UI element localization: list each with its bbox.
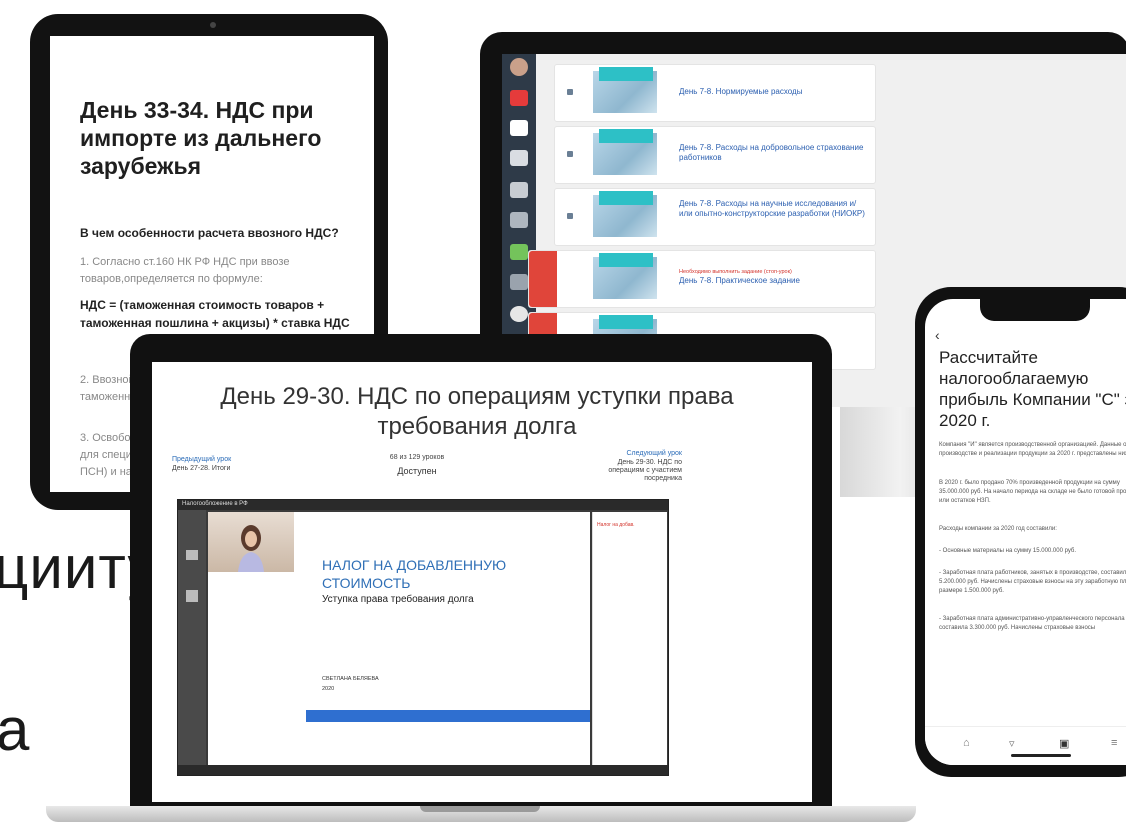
- youtube-icon[interactable]: [510, 90, 528, 106]
- menu-icon[interactable]: ≡: [1111, 737, 1117, 749]
- slide-list-item[interactable]: Налог на добав.: [597, 522, 635, 528]
- lesson-thumbnail: [593, 67, 657, 113]
- lesson-card-title[interactable]: День 7-8. Нормируемые расходы: [679, 87, 869, 97]
- avatar[interactable]: [510, 58, 528, 76]
- chevron-left-icon[interactable]: ‹: [935, 327, 940, 343]
- phone-screen: ‹ Рассчитайте налогооблагаемую прибыль К…: [925, 299, 1126, 765]
- lesson-card-text[interactable]: Необходимо выполнить задание (стоп-урок)…: [679, 269, 869, 286]
- player-title: Налогообложение в РФ: [182, 501, 248, 507]
- prev-lesson-link[interactable]: День 27-28. Итоги: [172, 465, 230, 472]
- video-player[interactable]: Налогообложение в РФ НАЛОГ НА ДОБАВЛЕННУ…: [177, 499, 669, 776]
- lesson-card-locked[interactable]: Необходимо выполнить задание (стоп-урок)…: [528, 250, 876, 308]
- phone-device: ‹ Рассчитайте налогооблагаемую прибыль К…: [915, 287, 1126, 777]
- tablet-paragraph-1: 1. Согласно ст.160 НК РФ НДС при ввозе т…: [80, 256, 290, 285]
- tablet-question: В чем особенности расчета ввозного НДС?: [80, 226, 339, 240]
- book-icon[interactable]: ▣: [1059, 737, 1069, 750]
- book-icon[interactable]: [510, 150, 528, 166]
- home-icon[interactable]: [510, 120, 528, 136]
- next-lesson-link[interactable]: День 29-30. НДС по операциям с участием …: [582, 459, 682, 483]
- phone-notch: [980, 299, 1090, 321]
- phone-paragraph: - Основные материалы на сумму 15.000.000…: [939, 548, 1077, 554]
- player-side-toolbar: [178, 510, 206, 775]
- phone-task-title: Рассчитайте налогооблагаемую прибыль Ком…: [939, 348, 1126, 430]
- next-lesson-label[interactable]: Следующий урок: [582, 450, 682, 457]
- presentation-slide: НАЛОГ НА ДОБАВЛЕННУЮ СТОИМОСТЬ Уступка п…: [208, 512, 590, 765]
- phone-paragraph: - Заработная плата работников, занятых в…: [939, 570, 1126, 594]
- camera-dot: [210, 22, 216, 28]
- laptop-device: День 29-30. НДС по операциям уступки пра…: [130, 334, 832, 808]
- slide-year: 2020: [322, 686, 335, 692]
- lesson-card-title[interactable]: День 7-8. Расходы на добровольное страхо…: [679, 143, 869, 163]
- tablet-lesson-title: День 33-34. НДС при импорте из дальнего …: [80, 97, 322, 179]
- lesson-card-title[interactable]: День 7-8. Практическое задание: [679, 276, 800, 285]
- slide-accent-bar: [306, 710, 590, 722]
- presenter-video[interactable]: [208, 512, 294, 572]
- slide-author: СВЕТЛАНА БЕЛЯЕВА: [322, 676, 379, 682]
- phone-paragraph: В 2020 г. было продано 70% произведенной…: [939, 480, 1126, 504]
- document-icon[interactable]: [510, 274, 528, 290]
- slide-heading: НАЛОГ НА ДОБАВЛЕННУЮ СТОИМОСТЬ: [322, 557, 507, 591]
- slides-icon[interactable]: [186, 550, 198, 560]
- presenter-figure: [238, 525, 264, 572]
- lesson-card[interactable]: День 7-8. Расходы на добровольное страхо…: [554, 126, 876, 184]
- home-icon[interactable]: ⌂: [963, 737, 970, 749]
- presenter-icon[interactable]: [186, 590, 198, 602]
- lesson-card-title[interactable]: День 7-8. Расходы на научные исследовани…: [679, 199, 869, 219]
- tablet-formula: НДС = (таможенная стоимость товаров + та…: [80, 298, 350, 330]
- phone-paragraph: - Заработная плата административно-управ…: [939, 616, 1125, 631]
- laptop-notch: [420, 806, 540, 812]
- lesson-counter: 68 из 129 уроков: [389, 454, 445, 461]
- player-controls-bar[interactable]: [178, 765, 668, 775]
- prev-lesson-label[interactable]: Предыдущий урок: [172, 456, 231, 463]
- player-top-bar: Налогообложение в РФ: [178, 500, 668, 510]
- laptop-screen: День 29-30. НДС по операциям уступки пра…: [152, 362, 812, 802]
- users-icon[interactable]: [510, 182, 528, 198]
- lock-indicator: [529, 251, 557, 307]
- logout-icon[interactable]: [510, 306, 528, 322]
- checkbox-icon[interactable]: [510, 212, 528, 228]
- phone-paragraph: Расходы компании за 2020 год составили:: [939, 526, 1057, 532]
- drag-handle-icon[interactable]: [567, 213, 573, 219]
- chat-icon[interactable]: [510, 244, 528, 260]
- lesson-card[interactable]: День 7-8. Расходы на научные исследовани…: [554, 188, 876, 246]
- lesson-title: День 29-30. НДС по операциям уступки пра…: [220, 383, 734, 440]
- user-icon[interactable]: ▿: [1009, 737, 1015, 750]
- lesson-card[interactable]: День 7-8. Нормируемые расходы: [554, 64, 876, 122]
- phone-paragraph: Компания "И" является производственной о…: [939, 442, 1126, 457]
- lesson-thumbnail: [593, 191, 657, 237]
- drag-handle-icon[interactable]: [567, 151, 573, 157]
- slides-list-panel[interactable]: Налог на добав.: [592, 512, 667, 765]
- drag-handle-icon[interactable]: [567, 89, 573, 95]
- phone-bottom-nav: ⌂ ▿ ▣ ≡: [925, 726, 1126, 765]
- lesson-thumbnail: [593, 129, 657, 175]
- slide-subheading: Уступка права требования долга: [322, 594, 474, 605]
- lesson-thumbnail: [593, 253, 657, 299]
- lesson-status: Доступен: [397, 466, 437, 476]
- lesson-warning: Необходимо выполнить задание (стоп-урок): [679, 269, 792, 275]
- background-text-line-2: а: [0, 696, 31, 763]
- home-indicator: [1011, 754, 1071, 757]
